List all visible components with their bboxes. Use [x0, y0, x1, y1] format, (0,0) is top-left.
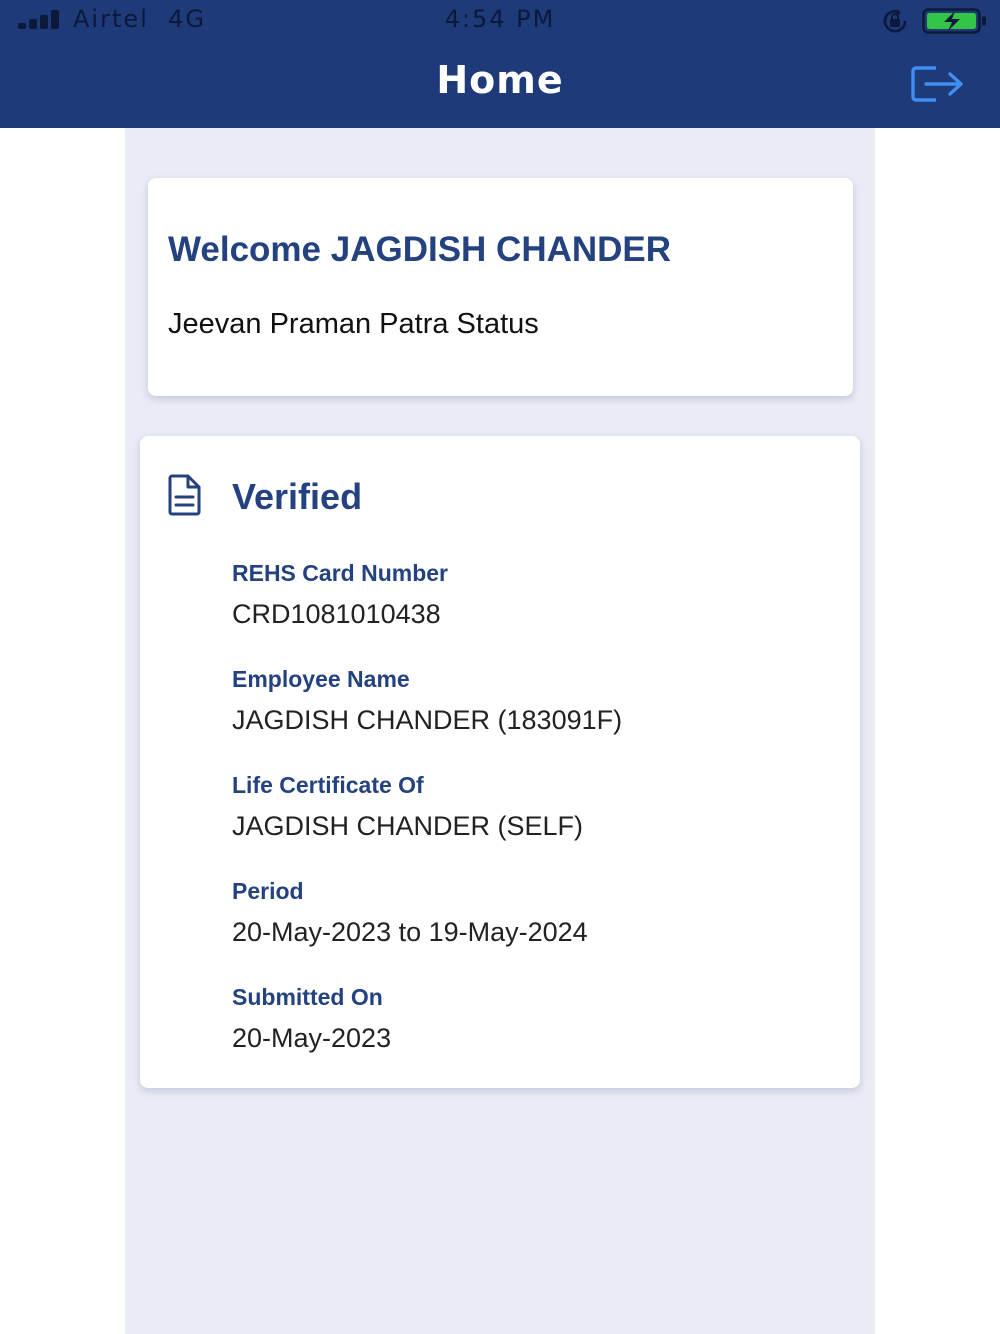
- orientation-lock-icon: [883, 9, 907, 33]
- welcome-card: Welcome JAGDISH CHANDER Jeevan Praman Pa…: [148, 178, 853, 396]
- welcome-heading: Welcome JAGDISH CHANDER: [168, 230, 672, 269]
- period-value: 20-May-2023 to 19-May-2024: [232, 917, 588, 947]
- submitted-on-value: 20-May-2023: [232, 1023, 392, 1053]
- employee-name-label: Employee Name: [232, 666, 410, 692]
- employee-name-value: JAGDISH CHANDER (183091F): [232, 705, 623, 735]
- battery-charging-icon: [922, 8, 986, 34]
- life-certificate-of-value: JAGDISH CHANDER (SELF): [232, 811, 584, 841]
- status-title: Verified: [232, 476, 363, 517]
- rehs-card-number-label: REHS Card Number: [232, 560, 448, 586]
- life-certificate-of-label: Life Certificate Of: [232, 772, 424, 798]
- rehs-card-number-value: CRD1081010438: [232, 599, 441, 629]
- status-card: Verified REHS Card Number CRD1081010438 …: [140, 436, 860, 1088]
- logout-icon[interactable]: [908, 62, 968, 106]
- clock: 4:54 PM: [444, 5, 556, 33]
- status-bar: Airtel 4G 4:54 PM: [0, 0, 1000, 42]
- app-header: Airtel 4G 4:54 PM Home: [0, 0, 1000, 128]
- period-label: Period: [232, 878, 304, 904]
- page-title: Home: [436, 58, 564, 102]
- welcome-subtitle: Jeevan Praman Patra Status: [168, 308, 539, 340]
- submitted-on-label: Submitted On: [232, 984, 383, 1010]
- document-icon: [168, 474, 201, 516]
